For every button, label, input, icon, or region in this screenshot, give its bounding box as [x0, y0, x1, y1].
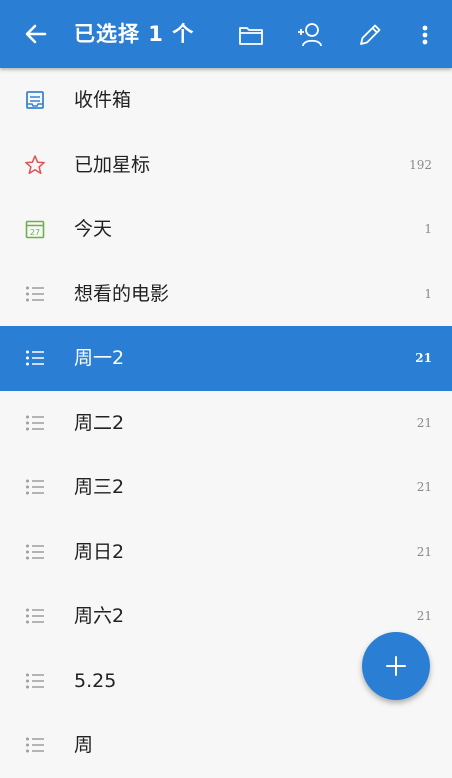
list-count: 192 [409, 157, 432, 172]
calendar-icon: 27 [25, 220, 45, 239]
list-item[interactable]: 周二2 21 [0, 391, 452, 456]
list-label: 周日2 [74, 540, 125, 563]
selection-title: 已选择 1 个 [74, 22, 195, 46]
list-item[interactable]: 周三2 21 [0, 455, 452, 520]
list-count: 21 [415, 351, 432, 365]
list-icon [26, 608, 44, 624]
list-count: 21 [416, 609, 432, 623]
inbox-icon [26, 91, 44, 109]
list-label: 收件箱 [74, 89, 132, 111]
folder-icon[interactable] [236, 20, 266, 50]
star-icon [25, 154, 45, 174]
calendar-day-text: 27 [30, 228, 40, 237]
list-icon [26, 350, 44, 366]
back-arrow-icon[interactable] [22, 20, 50, 48]
plus-icon [386, 656, 406, 676]
list-icon [26, 544, 44, 559]
list-label: 周一2 [74, 347, 125, 369]
add-person-icon[interactable] [295, 20, 325, 50]
list-label: 今天 [74, 218, 113, 240]
list-count: 1 [424, 286, 432, 301]
list-item-inbox[interactable]: 收件箱 [0, 68, 452, 133]
more-vert-icon[interactable] [410, 20, 440, 50]
list-label: 想看的电影 [74, 282, 170, 305]
list-item[interactable]: 周 [0, 713, 452, 778]
list-count: 21 [416, 544, 432, 559]
list-count: 21 [416, 415, 432, 430]
list-item[interactable]: 周日2 21 [0, 520, 452, 585]
list-item-today[interactable]: 27 今天 1 [0, 197, 452, 262]
list-label: 已加星标 [74, 153, 151, 176]
list-icon [26, 737, 44, 753]
list-label: 周六2 [74, 605, 125, 627]
list-label: 周三2 [74, 476, 125, 498]
list-item-selected[interactable]: 周一2 21 [0, 326, 452, 391]
list-icon [26, 415, 44, 430]
list-icon [26, 673, 44, 688]
list-icon [26, 286, 44, 301]
list-item[interactable]: 想看的电影 1 [0, 262, 452, 327]
list-label: 周 [74, 734, 94, 756]
list-label: 周二2 [74, 411, 125, 434]
add-list-button[interactable] [362, 632, 430, 700]
list-count: 1 [424, 222, 432, 236]
list-item-starred[interactable]: 已加星标 192 [0, 133, 452, 198]
list-icon [26, 479, 44, 495]
pencil-icon[interactable] [355, 20, 385, 50]
list-label: 5.25 [74, 669, 117, 692]
app-bar: 已选择 1 个 [0, 0, 452, 68]
list-count: 21 [416, 480, 432, 494]
